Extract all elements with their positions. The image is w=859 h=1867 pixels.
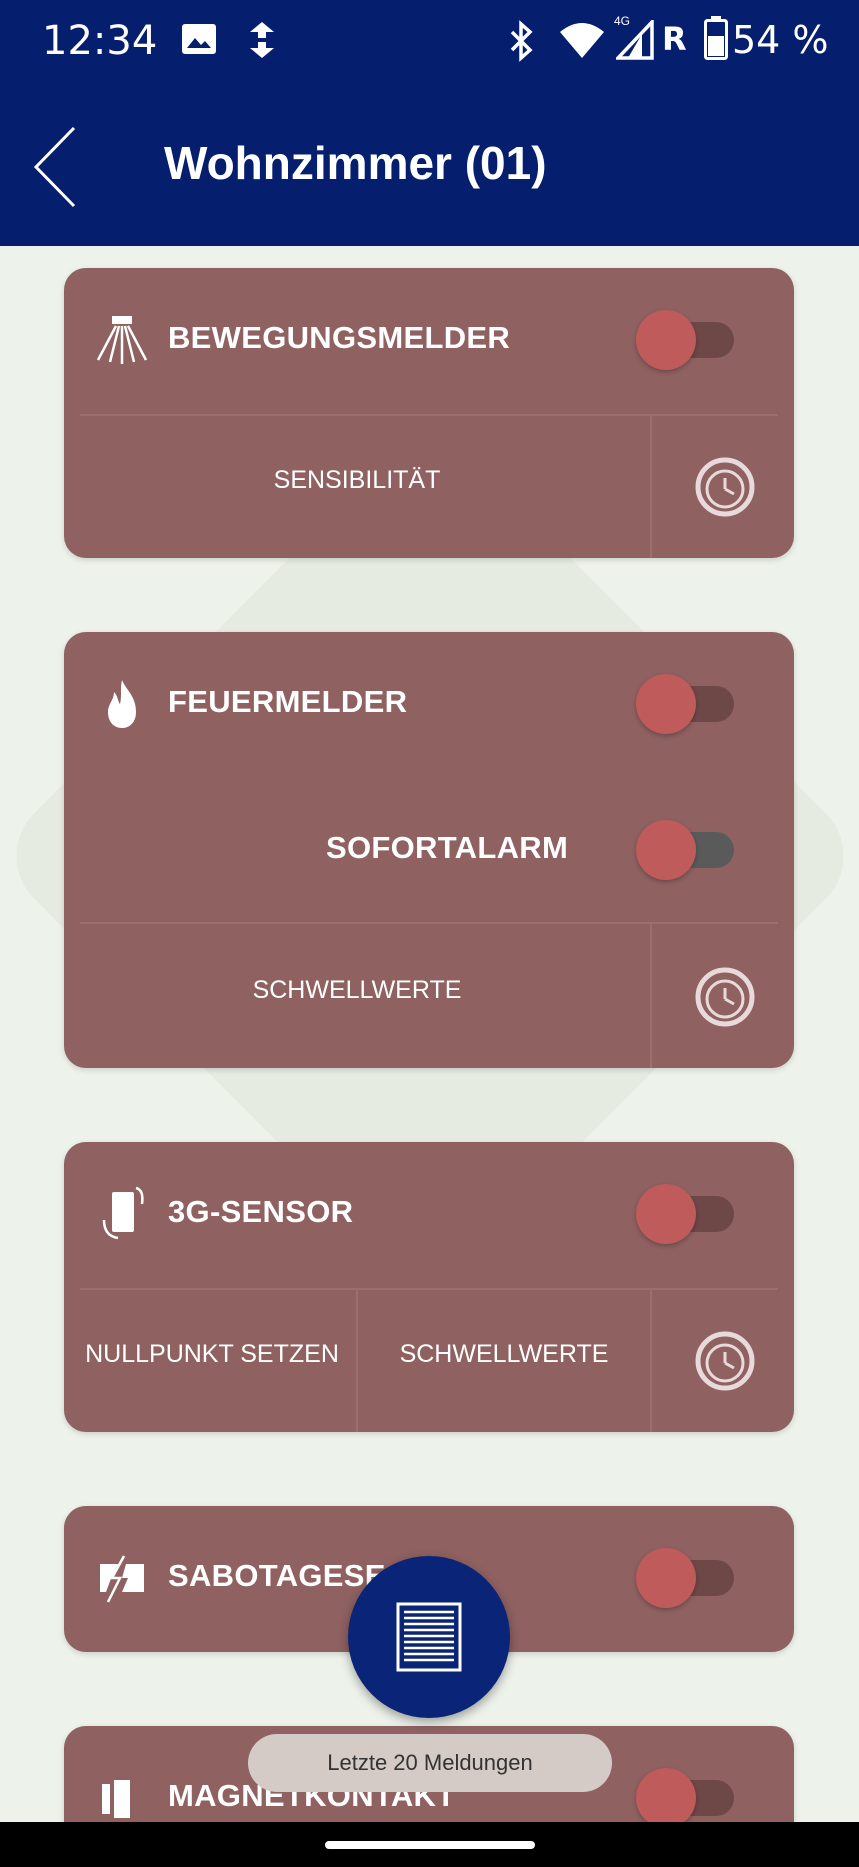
tamper-icon xyxy=(92,1548,152,1608)
timer-icon[interactable] xyxy=(694,456,756,518)
app-bar: Wohnzimmer (01) xyxy=(0,86,859,246)
magnet-contact-toggle[interactable] xyxy=(636,1768,736,1822)
card-title: FEUERMELDER xyxy=(168,684,408,719)
back-button[interactable] xyxy=(28,122,88,212)
toast-message: Letzte 20 Meldungen xyxy=(248,1734,612,1792)
status-time: 12:34 xyxy=(42,18,158,64)
set-zero-point-button[interactable]: NULLPUNKT SETZEN xyxy=(70,1340,354,1369)
timer-icon[interactable] xyxy=(694,966,756,1028)
fire-icon xyxy=(92,674,152,734)
motion-sensor-toggle[interactable] xyxy=(636,310,736,370)
page-title: Wohnzimmer (01) xyxy=(164,137,547,189)
instant-alarm-label: SOFORTALARM xyxy=(326,830,569,865)
wifi-icon xyxy=(558,20,606,65)
battery-percent: 54 % xyxy=(732,18,829,62)
signal-icon xyxy=(613,17,654,65)
thresholds-button[interactable]: SCHWELLWERTE xyxy=(64,976,650,1005)
sensitivity-button[interactable]: SENSIBILITÄT xyxy=(64,466,650,495)
motion-sensor-icon xyxy=(92,310,152,370)
card-motion-sensor: BEWEGUNGSMELDER SENSIBILITÄT xyxy=(64,268,794,558)
card-3g-sensor: 3G-SENSOR NULLPUNKT SETZEN SCHWELLWERTE xyxy=(64,1142,794,1432)
divider xyxy=(650,1290,652,1432)
home-gesture-handle[interactable] xyxy=(325,1841,535,1849)
card-header: BEWEGUNGSMELDER xyxy=(64,268,794,414)
card-header: FEUERMELDER xyxy=(64,632,794,778)
divider xyxy=(80,1288,778,1290)
roaming-indicator: R xyxy=(662,20,687,58)
divider xyxy=(650,924,652,1068)
phone-rotate-icon xyxy=(92,1184,152,1244)
card-header: 3G-SENSOR xyxy=(64,1142,794,1288)
card-title: 3G-SENSOR xyxy=(168,1194,354,1229)
timer-icon[interactable] xyxy=(694,1330,756,1392)
sync-icon xyxy=(244,20,280,65)
messages-fab-button[interactable] xyxy=(348,1556,510,1718)
list-icon xyxy=(396,1602,462,1672)
battery-icon xyxy=(704,16,728,65)
status-bar: 12:34 4G R 54 % xyxy=(0,0,859,86)
chevron-left-icon xyxy=(33,126,76,208)
tamper-sensor-toggle[interactable] xyxy=(636,1548,736,1608)
fire-detector-toggle[interactable] xyxy=(636,674,736,734)
card-fire-detector: FEUERMELDER SOFORTALARM SCHWELLWERTE xyxy=(64,632,794,1068)
divider xyxy=(80,414,778,416)
magnet-contact-icon xyxy=(92,1768,152,1822)
thresholds-button[interactable]: SCHWELLWERTE xyxy=(358,1340,650,1369)
3g-sensor-toggle[interactable] xyxy=(636,1184,736,1244)
divider xyxy=(80,922,778,924)
image-icon xyxy=(180,20,218,63)
bluetooth-icon xyxy=(508,20,536,67)
card-title: SABOTAGESE xyxy=(168,1558,386,1593)
divider xyxy=(650,416,652,558)
instant-alarm-toggle[interactable] xyxy=(636,820,736,880)
system-nav-bar xyxy=(0,1822,859,1867)
card-title: BEWEGUNGSMELDER xyxy=(168,320,511,355)
